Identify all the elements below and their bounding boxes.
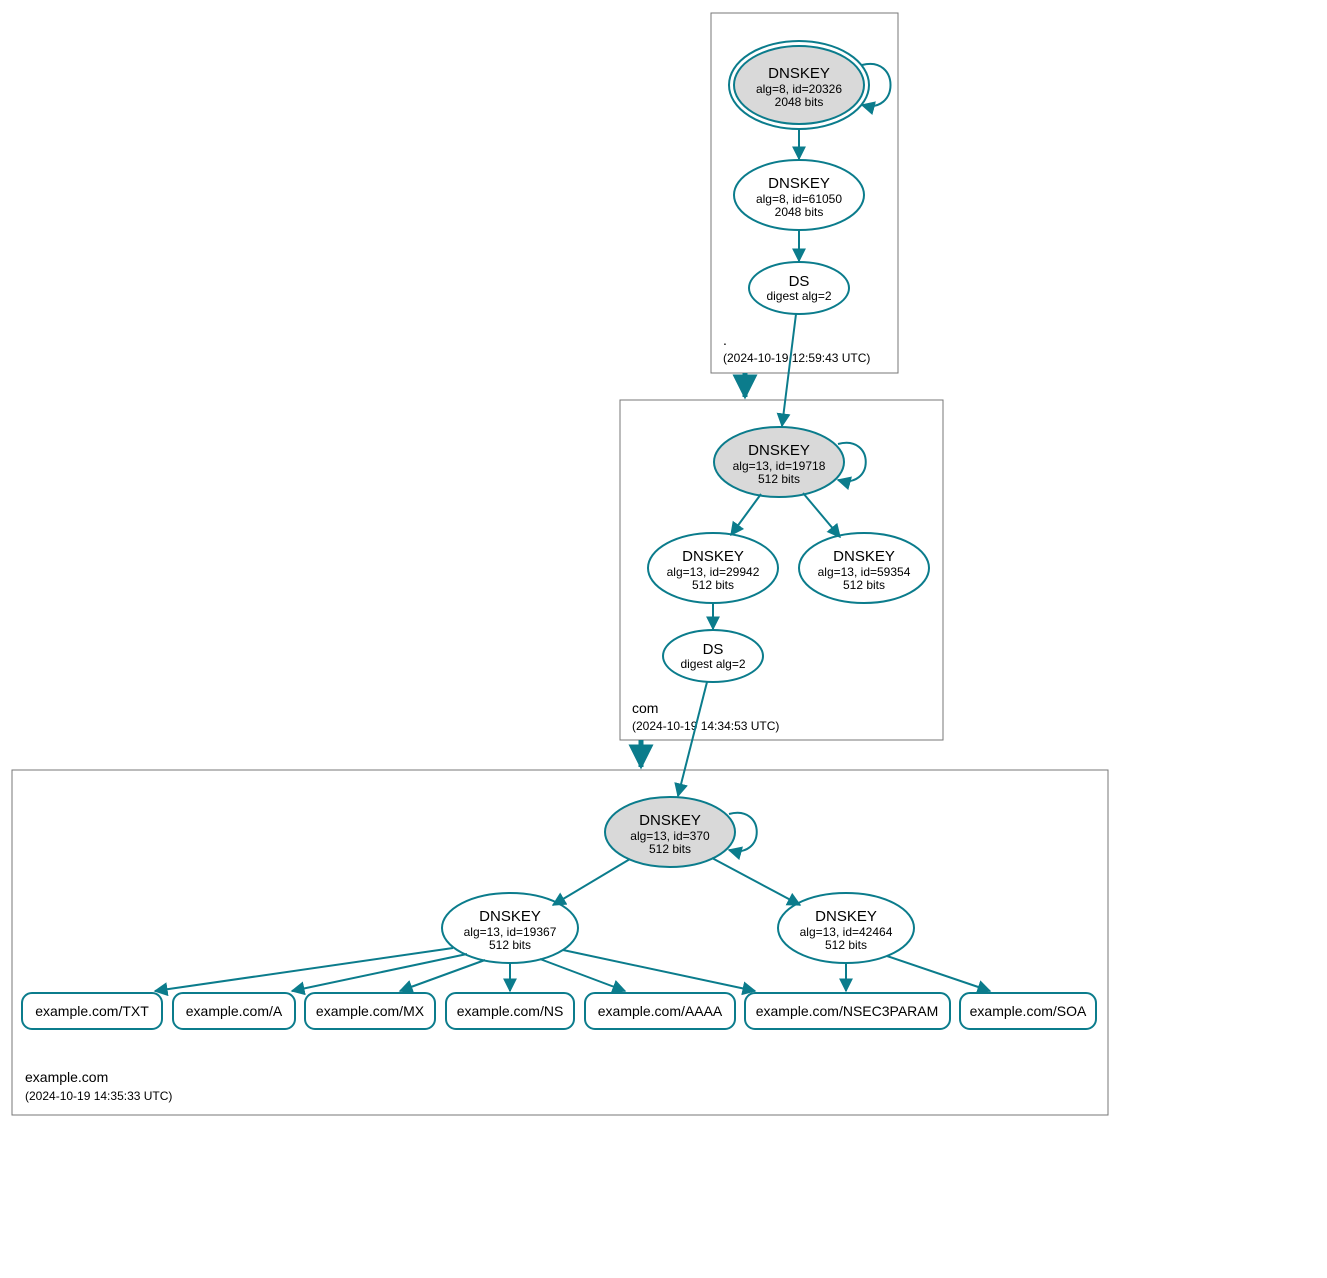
rr-label: example.com/TXT [35, 1003, 149, 1019]
zone-example-label: example.com [25, 1069, 108, 1085]
edge-ex-ksk-to-zsk2 [712, 858, 800, 905]
zone-com-label: com [632, 700, 658, 716]
node-sub1: alg=13, id=370 [630, 829, 710, 843]
node-root-zsk[interactable]: DNSKEY alg=8, id=61050 2048 bits [734, 160, 864, 230]
edge-com-ksk-to-zsk2 [803, 493, 840, 537]
rr-txt[interactable]: example.com/TXT [22, 993, 162, 1029]
node-sub1: alg=13, id=42464 [800, 925, 893, 939]
rr-label: example.com/NS [457, 1003, 564, 1019]
node-sub1: alg=13, id=19367 [464, 925, 557, 939]
node-title: DS [703, 641, 724, 658]
rr-label: example.com/AAAA [598, 1003, 723, 1019]
zone-com-time: (2024-10-19 14:34:53 UTC) [632, 719, 779, 733]
rr-label: example.com/MX [316, 1003, 425, 1019]
node-sub1: alg=13, id=59354 [818, 565, 911, 579]
edge-zsk1-nsec [563, 950, 755, 991]
node-title: DNSKEY [682, 548, 744, 565]
rr-label: example.com/SOA [970, 1003, 1087, 1019]
node-ex-ksk[interactable]: DNSKEY alg=13, id=370 512 bits [605, 797, 735, 867]
node-sub1: alg=13, id=19718 [733, 459, 826, 473]
node-title: DNSKEY [815, 908, 877, 925]
node-root-ds[interactable]: DS digest alg=2 [749, 262, 849, 314]
rr-mx[interactable]: example.com/MX [305, 993, 435, 1029]
node-title: DNSKEY [479, 908, 541, 925]
node-sub2: 512 bits [758, 472, 800, 486]
node-title: DNSKEY [748, 442, 810, 459]
edge-com-ksk-to-zsk1 [731, 494, 761, 535]
node-com-ksk[interactable]: DNSKEY alg=13, id=19718 512 bits [714, 427, 844, 497]
node-sub1: alg=13, id=29942 [667, 565, 760, 579]
node-sub1: digest alg=2 [680, 657, 745, 671]
node-com-zsk1[interactable]: DNSKEY alg=13, id=29942 512 bits [648, 533, 778, 603]
rr-a[interactable]: example.com/A [173, 993, 295, 1029]
edge-root-ds-to-com-ksk [782, 314, 796, 426]
edge-com-ds-to-ex-ksk [678, 682, 707, 796]
node-sub2: 512 bits [692, 578, 734, 592]
node-title: DNSKEY [639, 812, 701, 829]
zone-example-time: (2024-10-19 14:35:33 UTC) [25, 1089, 172, 1103]
node-sub2: 2048 bits [775, 95, 824, 109]
node-title: DNSKEY [833, 548, 895, 565]
rr-ns[interactable]: example.com/NS [446, 993, 574, 1029]
edge-zsk1-aaaa [540, 959, 625, 991]
zone-root-time: (2024-10-19 12:59:43 UTC) [723, 351, 870, 365]
edge-zsk1-txt [155, 948, 453, 991]
node-com-zsk2[interactable]: DNSKEY alg=13, id=59354 512 bits [799, 533, 929, 603]
node-sub2: 512 bits [489, 938, 531, 952]
rr-label: example.com/NSEC3PARAM [756, 1003, 939, 1019]
node-sub1: alg=8, id=61050 [756, 192, 842, 206]
rr-nsec3param[interactable]: example.com/NSEC3PARAM [745, 993, 950, 1029]
rr-label: example.com/A [186, 1003, 283, 1019]
zone-root-label: . [723, 332, 727, 348]
node-ex-zsk1[interactable]: DNSKEY alg=13, id=19367 512 bits [442, 893, 578, 963]
node-sub1: digest alg=2 [766, 289, 831, 303]
node-sub2: 512 bits [825, 938, 867, 952]
node-sub2: 512 bits [843, 578, 885, 592]
node-sub2: 512 bits [649, 842, 691, 856]
rr-soa[interactable]: example.com/SOA [960, 993, 1096, 1029]
node-root-ksk[interactable]: DNSKEY alg=8, id=20326 2048 bits [729, 41, 869, 129]
node-title: DS [789, 273, 810, 290]
dnssec-diagram: . (2024-10-19 12:59:43 UTC) com (2024-10… [0, 0, 1327, 1278]
edge-ex-ksk-to-zsk1 [553, 859, 630, 905]
node-title: DNSKEY [768, 65, 830, 82]
node-sub2: 2048 bits [775, 205, 824, 219]
node-title: DNSKEY [768, 175, 830, 192]
rr-aaaa[interactable]: example.com/AAAA [585, 993, 735, 1029]
edge-zsk2-soa [887, 956, 990, 991]
node-sub1: alg=8, id=20326 [756, 82, 842, 96]
node-com-ds[interactable]: DS digest alg=2 [663, 630, 763, 682]
